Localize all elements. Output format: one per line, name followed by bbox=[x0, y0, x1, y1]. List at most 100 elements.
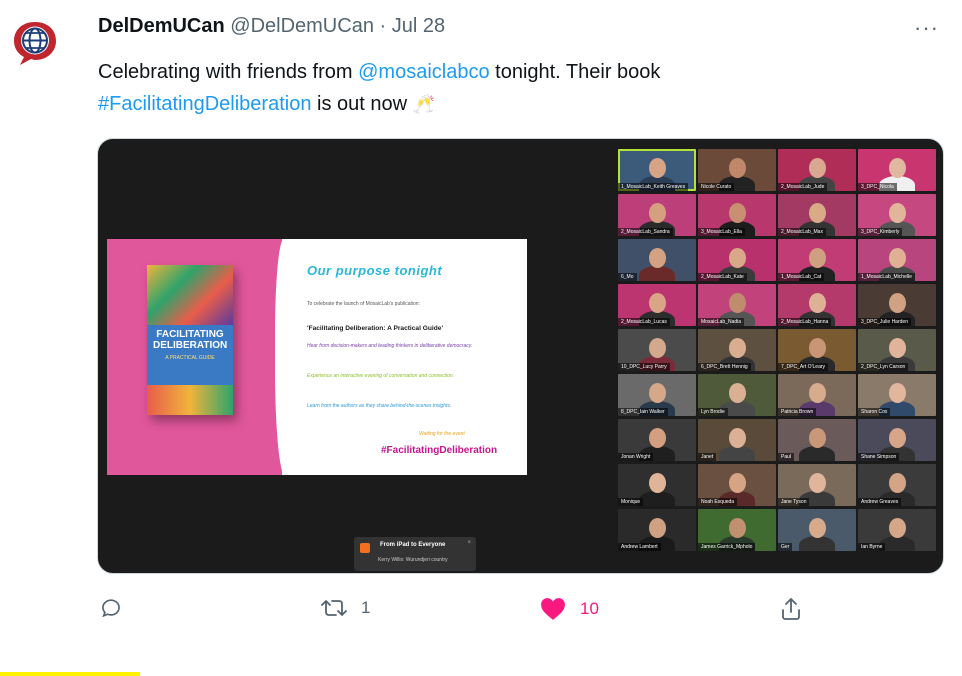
participant-body bbox=[639, 266, 675, 281]
participant-grid: 1_MosaicLab_Keith Greaves Nicole Curato 2_… bbox=[618, 149, 940, 569]
chat-close-icon: × bbox=[467, 540, 471, 546]
participant-tile: 3_DPC_Julie Harden bbox=[858, 284, 936, 326]
participant-tile: Shane Simpson bbox=[858, 419, 936, 461]
participant-tile: 7_DPC_Art O'Leary bbox=[778, 329, 856, 371]
tweet-media-image[interactable]: FACILITATING DELIBERATION A PRACTICAL GU… bbox=[97, 138, 944, 574]
participant-face bbox=[809, 383, 826, 403]
participant-name: Sharon Cox bbox=[858, 408, 891, 416]
participant-face bbox=[889, 293, 906, 313]
participant-name: 2_MosaicLab_Jude bbox=[778, 183, 828, 191]
participant-face bbox=[889, 158, 906, 178]
like-button[interactable]: 10 bbox=[540, 597, 599, 621]
book-title: FACILITATING DELIBERATION bbox=[153, 329, 228, 351]
retweet-icon bbox=[321, 600, 347, 616]
participant-face bbox=[729, 248, 746, 268]
participant-name: 1_MosaicLab_Michelle bbox=[858, 273, 915, 281]
participant-tile: 8_DPC_Iain Walker bbox=[618, 374, 696, 416]
participant-tile: Patricia Brown bbox=[778, 374, 856, 416]
participant-face bbox=[809, 428, 826, 448]
participant-tile: Nicole Curato bbox=[698, 149, 776, 191]
participant-tile: Monique bbox=[618, 464, 696, 506]
participant-tile: 2_MosaicLab_Hanna bbox=[778, 284, 856, 326]
participant-name: Nicole Curato bbox=[698, 183, 735, 191]
participant-tile: 2_MosaicLab_Max bbox=[778, 194, 856, 236]
participant-tile: Noah Esqueda bbox=[698, 464, 776, 506]
participant-face bbox=[649, 338, 666, 358]
participant-face bbox=[809, 248, 826, 268]
participant-face bbox=[729, 428, 746, 448]
participant-name: 1_MosaicLab_Keith Greaves bbox=[618, 183, 689, 191]
participant-face bbox=[649, 428, 666, 448]
slide-book-name: 'Facilitating Deliberation: A Practical … bbox=[307, 325, 444, 332]
participant-name: Jane Tyson bbox=[778, 498, 810, 506]
avatar[interactable] bbox=[10, 18, 60, 68]
participant-name: Shane Simpson bbox=[858, 453, 900, 461]
participant-face bbox=[729, 383, 746, 403]
participant-tile: Janet bbox=[698, 419, 776, 461]
participant-body bbox=[799, 536, 835, 551]
participant-tile: Lyn Brodie bbox=[698, 374, 776, 416]
participant-tile: 2_MosaicLab_Sandra bbox=[618, 194, 696, 236]
clinking-glasses-emoji: 🥂 bbox=[412, 94, 436, 114]
participant-face bbox=[809, 293, 826, 313]
participant-face bbox=[649, 518, 666, 538]
tweet-text-part: Celebrating with friends from bbox=[98, 61, 359, 83]
participant-name: 2_DPC_Lyn Carson bbox=[858, 363, 909, 371]
participant-face bbox=[809, 473, 826, 493]
participant-face bbox=[889, 338, 906, 358]
participant-tile: Ger bbox=[778, 509, 856, 551]
participant-name: 3_DPC_Julie Harden bbox=[858, 318, 911, 326]
share-button[interactable] bbox=[780, 597, 816, 621]
retweet-button[interactable]: 1 bbox=[321, 597, 370, 619]
participant-name: Janet bbox=[698, 453, 717, 461]
participant-face bbox=[649, 293, 666, 313]
participant-tile: 6_Mo bbox=[618, 239, 696, 281]
mention-link[interactable]: @mosaiclabco bbox=[358, 61, 489, 83]
tweet-date[interactable]: Jul 28 bbox=[392, 15, 445, 37]
participant-tile: 2_MosaicLab_Lucas bbox=[618, 284, 696, 326]
slide-line: Experience an interactive evening of con… bbox=[307, 373, 455, 379]
tweet-text-part: tonight. Their book bbox=[489, 61, 661, 83]
slide-brush-edge bbox=[275, 239, 297, 475]
participant-tile: James Garrick_Mpholo bbox=[698, 509, 776, 551]
retweet-count: 1 bbox=[361, 598, 371, 617]
participant-tile: Jonan Wright bbox=[618, 419, 696, 461]
book-cover-strip bbox=[147, 385, 233, 415]
participant-name: 2_MosaicLab_Hanna bbox=[778, 318, 832, 326]
slide-title: Our purpose tonight bbox=[307, 263, 443, 278]
participant-body bbox=[719, 446, 755, 461]
participant-tile: 6_DPC_Brett Hennig bbox=[698, 329, 776, 371]
chat-title: From iPad to Everyone bbox=[380, 542, 446, 548]
participant-face bbox=[889, 383, 906, 403]
participant-tile: 1_MosaicLab_Keith Greaves bbox=[618, 149, 696, 191]
participant-name: 2_MosaicLab_Max bbox=[778, 228, 826, 236]
participant-name: 3_MosaicLab_Ella bbox=[698, 228, 745, 236]
slide-hashtag: #FacilitatingDeliberation bbox=[381, 445, 498, 456]
participant-name: Jonan Wright bbox=[618, 453, 654, 461]
presentation-slide: FACILITATING DELIBERATION A PRACTICAL GU… bbox=[107, 239, 527, 475]
reply-button[interactable] bbox=[100, 597, 136, 619]
participant-name: 3_DPC_Kimberly bbox=[858, 228, 903, 236]
participant-name: Noah Esqueda bbox=[698, 498, 738, 506]
participant-body bbox=[639, 491, 675, 506]
participant-name: James Garrick_Mpholo bbox=[698, 543, 756, 551]
handle[interactable]: @DelDemUCan bbox=[230, 15, 374, 37]
participant-face bbox=[889, 428, 906, 448]
participant-name: 10_DPC_Lucy Parry bbox=[618, 363, 670, 371]
chat-message: Kerry Willis: Wurundjeri country bbox=[378, 557, 448, 563]
participant-tile: Ian Byrne bbox=[858, 509, 936, 551]
participant-tile: Jane Tyson bbox=[778, 464, 856, 506]
display-name[interactable]: DelDemUCan bbox=[98, 15, 225, 37]
participant-name: 7_DPC_Art O'Leary bbox=[778, 363, 829, 371]
hashtag-link[interactable]: #FacilitatingDeliberation bbox=[98, 93, 311, 115]
participant-tile: 3_MosaicLab_Ella bbox=[698, 194, 776, 236]
participant-name: 6_Mo bbox=[618, 273, 637, 281]
participant-tile: Sharon Cox bbox=[858, 374, 936, 416]
more-options-button[interactable]: ··· bbox=[914, 17, 939, 39]
participant-name: MosaicLab_Nadia bbox=[698, 318, 745, 326]
yellow-highlight-mark bbox=[0, 672, 140, 676]
participant-name: Lyn Brodie bbox=[698, 408, 728, 416]
participant-name: Andrew Greaves bbox=[858, 498, 902, 506]
slide-waiting-text: Waiting for the event bbox=[419, 431, 465, 437]
participant-name: 8_DPC_Iain Walker bbox=[618, 408, 668, 416]
